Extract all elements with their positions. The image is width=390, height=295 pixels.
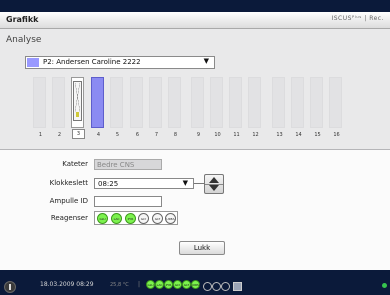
reagent-glt-toggle[interactable]: GLT	[152, 213, 163, 224]
slot-label: 6	[135, 132, 140, 138]
power-icon[interactable]	[4, 281, 16, 293]
reagent-selector: GLU LAC PYR GLY GLT UREA	[94, 211, 178, 225]
kateter-label: Kateter	[62, 160, 88, 168]
slot-5[interactable]: 5	[110, 77, 123, 138]
indicator-lac: LAC	[155, 280, 164, 289]
klokkeslett-label: Klokkeslett	[49, 179, 88, 187]
connector-line	[194, 183, 204, 184]
slot-label: 9	[196, 132, 201, 138]
ampulle-id-input[interactable]	[94, 196, 162, 207]
slot-label: 11	[233, 132, 240, 138]
keyboard-icon[interactable]	[233, 282, 242, 291]
slot-label: 1	[38, 132, 43, 138]
title-bar: Grafikk ISCUSᴾˡᵘˢ | Rec.	[0, 12, 390, 29]
patient-select-value: P2: Andersen Caroline 2222	[43, 58, 141, 66]
section-title: Analyse	[6, 35, 42, 45]
status-led-icon	[382, 283, 387, 288]
slot-9[interactable]: 9	[191, 77, 204, 138]
reagent-urea-toggle[interactable]: UREA	[165, 213, 176, 224]
close-button[interactable]: Lukk	[179, 241, 225, 255]
reagent-glu-toggle[interactable]: GLU	[97, 213, 108, 224]
indicator-urea: UREA	[191, 280, 200, 289]
slot-3[interactable]: 3	[71, 77, 85, 139]
slot-label: 2	[57, 132, 62, 138]
slot-label: 14	[295, 132, 302, 138]
slot-label: 7	[154, 132, 159, 138]
taskbar: 18.03.2009 08:29 25,8 °C | GLU LAC PYR G…	[0, 278, 390, 295]
reagent-lac-toggle[interactable]: LAC	[111, 213, 122, 224]
slot-11[interactable]: 11	[229, 77, 242, 138]
indicator-pyr: PYR	[164, 280, 173, 289]
slot-label: 3	[72, 129, 85, 139]
main-content: Analyse P2: Andersen Caroline 2222 ▼ 1 2…	[0, 29, 390, 270]
slot-16[interactable]: 16	[329, 77, 342, 138]
taskbar-separator: |	[138, 281, 141, 288]
chevron-down-icon[interactable]: ▼	[204, 57, 209, 65]
slot-1[interactable]: 1	[33, 77, 46, 138]
indicator-empty	[203, 282, 212, 291]
slot-6[interactable]: 6	[130, 77, 143, 138]
indicator-glt: GLT	[182, 280, 191, 289]
catheter-slots: 1 2 3 4 5 6 7 8 9 10 11 12 13 14 15 16	[0, 77, 390, 149]
chevron-down-icon[interactable]: ▼	[183, 179, 188, 187]
kateter-field: Bedre CNS	[94, 159, 162, 170]
brand-logo: ISCUSᴾˡᵘˢ | Rec.	[331, 15, 384, 22]
catheter-icon	[73, 81, 82, 121]
patient-color-swatch	[27, 58, 39, 67]
slot-8[interactable]: 8	[168, 77, 181, 138]
reagent-gly-toggle[interactable]: GLY	[138, 213, 149, 224]
indicator-empty	[221, 282, 230, 291]
slot-10[interactable]: 10	[210, 77, 223, 138]
time-select[interactable]: 08:25 ▼	[94, 178, 194, 189]
arrow-down-icon[interactable]	[209, 185, 219, 191]
slot-label: 4	[96, 132, 101, 138]
taskbar-temperature: 25,8 °C	[110, 282, 129, 288]
slot-4[interactable]: 4	[91, 77, 104, 138]
slot-label: 12	[252, 132, 259, 138]
slot-12[interactable]: 12	[248, 77, 261, 138]
slot-label: 15	[314, 132, 321, 138]
indicator-gly: GLY	[173, 280, 182, 289]
slot-15[interactable]: 15	[310, 77, 323, 138]
slot-13[interactable]: 13	[272, 77, 285, 138]
indicator-glu: GLU	[146, 280, 155, 289]
slot-2[interactable]: 2	[52, 77, 65, 138]
time-spinner[interactable]	[204, 174, 224, 194]
slot-label: 10	[214, 132, 221, 138]
ampulle-label: Ampulle ID	[49, 197, 88, 205]
taskbar-datetime: 18.03.2009 08:29	[40, 281, 94, 288]
reagenser-label: Reagenser	[50, 214, 88, 222]
slot-14[interactable]: 14	[291, 77, 304, 138]
window-title: Grafikk	[6, 15, 39, 24]
slot-label: 5	[115, 132, 120, 138]
indicator-empty	[212, 282, 221, 291]
slot-label: 13	[276, 132, 283, 138]
patient-select[interactable]: P2: Andersen Caroline 2222 ▼	[25, 56, 215, 69]
slot-7[interactable]: 7	[149, 77, 162, 138]
reagent-pyr-toggle[interactable]: PYR	[125, 213, 136, 224]
time-select-value: 08:25	[98, 180, 119, 188]
slot-label: 16	[333, 132, 340, 138]
slot-label: 8	[173, 132, 178, 138]
arrow-up-icon[interactable]	[209, 177, 219, 183]
